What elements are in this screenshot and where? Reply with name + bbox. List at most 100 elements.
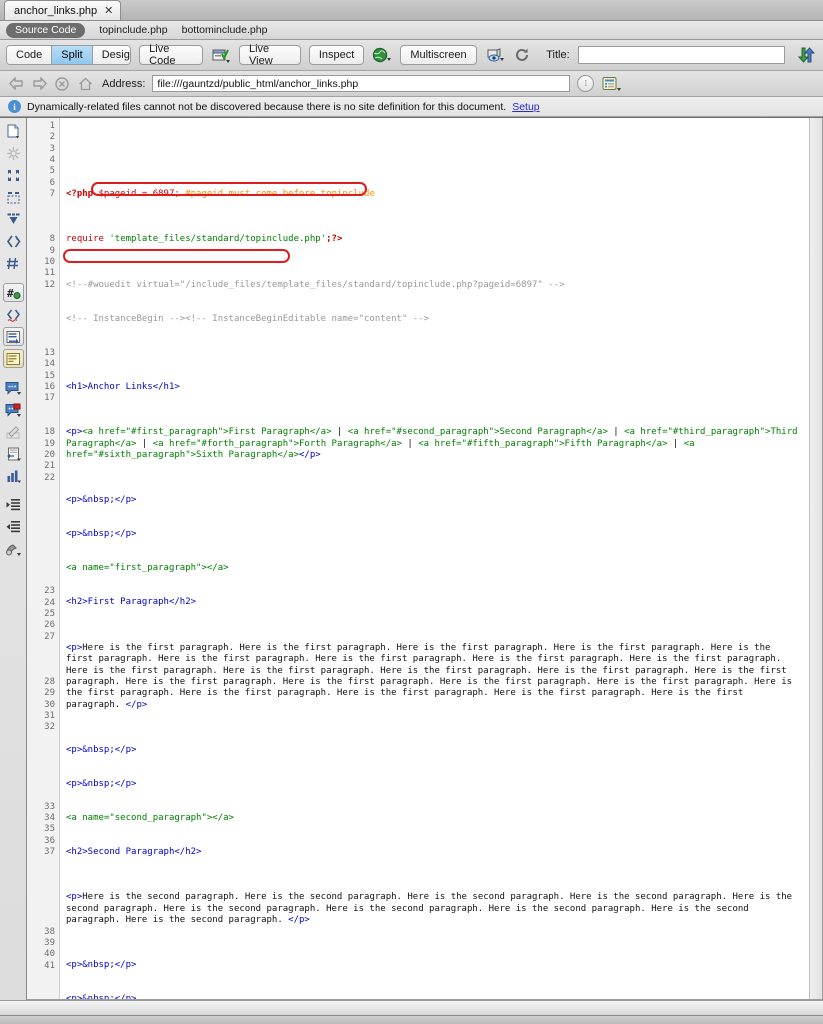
line-number: 28 bbox=[44, 676, 55, 687]
forward-arrow-icon[interactable] bbox=[31, 76, 47, 92]
line-number: 5 bbox=[49, 166, 55, 177]
related-file-topinclude[interactable]: topinclude.php bbox=[99, 23, 167, 37]
browser-preview-icon[interactable] bbox=[372, 45, 392, 65]
code-line-17: <p>Here is the second paragraph. Here is… bbox=[66, 892, 801, 926]
line-number: 16 bbox=[44, 381, 55, 392]
open-documents-icon[interactable] bbox=[3, 122, 24, 141]
indent-code-icon[interactable] bbox=[3, 495, 24, 514]
separator: | bbox=[607, 427, 625, 438]
remove-comment-icon[interactable] bbox=[2, 349, 24, 368]
code-line-12: <p>Here is the first paragraph. Here is … bbox=[66, 643, 801, 711]
select-parent-tag-icon[interactable] bbox=[3, 210, 24, 229]
line-number: 41 bbox=[44, 960, 55, 971]
line-number: 2 bbox=[49, 132, 55, 143]
line-number: 37 bbox=[44, 847, 55, 858]
refresh-icon[interactable] bbox=[513, 45, 533, 65]
related-file-bottominclude[interactable]: bottominclude.php bbox=[182, 23, 268, 37]
line-number: 8 bbox=[49, 234, 55, 245]
code-line-3: <!--#wouedit virtual="/include_files/tem… bbox=[66, 279, 565, 290]
line-number: 7 bbox=[49, 189, 55, 200]
view-mode-code[interactable]: Code bbox=[7, 46, 53, 64]
line-number: 14 bbox=[44, 359, 55, 370]
file-browser-icon[interactable] bbox=[601, 76, 621, 92]
outdent-code-icon[interactable] bbox=[3, 517, 24, 536]
document-tab-anchor-links[interactable]: anchor_links.php ✕ bbox=[4, 0, 122, 20]
line-number: 18 bbox=[44, 427, 55, 438]
edit-tag-icon[interactable] bbox=[3, 422, 24, 441]
separator: | bbox=[136, 438, 153, 449]
address-input[interactable]: file:///gauntzd/public_html/anchor_links… bbox=[152, 75, 571, 92]
repeating-entries-icon[interactable] bbox=[3, 254, 24, 273]
line-number: 26 bbox=[44, 620, 55, 631]
insert-code-hint-icon[interactable] bbox=[3, 466, 24, 485]
line-number: 10 bbox=[44, 257, 55, 268]
code-line-1: <?php $pageid = 6897; #pageid must come … bbox=[66, 189, 801, 200]
collapse-selection-icon[interactable] bbox=[3, 166, 24, 185]
title-label: Title: bbox=[546, 49, 570, 61]
inspect-button[interactable]: Inspect bbox=[308, 45, 365, 65]
highlight-invalid-code-icon[interactable] bbox=[3, 305, 24, 324]
live-view-button[interactable]: Live View bbox=[239, 43, 301, 67]
line-numbers-icon[interactable]: # bbox=[2, 283, 24, 302]
document-tab-label: anchor_links.php bbox=[14, 4, 98, 17]
code-line-13: <p>&nbsp;</p> bbox=[66, 744, 137, 755]
multiscreen-button[interactable]: Multiscreen bbox=[400, 45, 477, 65]
visual-aids-icon[interactable] bbox=[485, 45, 505, 65]
line-number: 39 bbox=[44, 937, 55, 948]
title-input[interactable] bbox=[577, 46, 786, 64]
code-line-10: <a name="first_paragraph"></a> bbox=[66, 563, 229, 574]
home-icon[interactable] bbox=[77, 76, 93, 92]
setup-link[interactable]: Setup bbox=[512, 101, 539, 113]
line-number: 17 bbox=[44, 393, 55, 404]
inspect-servers-icon[interactable] bbox=[211, 45, 231, 65]
p-close-tag: </p> bbox=[125, 699, 148, 710]
expand-all-icon[interactable] bbox=[3, 188, 24, 207]
apply-comment-icon[interactable] bbox=[2, 327, 24, 346]
view-mode-design[interactable]: Design bbox=[92, 46, 131, 64]
live-code-button[interactable]: Live Code bbox=[139, 43, 204, 67]
code-line-7: <p><a href="#first_paragraph">First Para… bbox=[66, 427, 801, 461]
code-line-6: <h1>Anchor Links</h1> bbox=[66, 381, 180, 392]
format-source-code-icon[interactable] bbox=[3, 539, 24, 558]
code-view[interactable]: 1 2 3 4 5 6 7 8 9 10 11 12 13 14 15 16 1… bbox=[27, 118, 823, 1000]
wrap-tag-icon[interactable] bbox=[3, 378, 24, 397]
code-line-8: <p>&nbsp;</p> bbox=[66, 495, 137, 506]
close-icon[interactable]: ✕ bbox=[104, 5, 113, 16]
line-number: 36 bbox=[44, 835, 55, 846]
php-close-tag: ?> bbox=[331, 234, 343, 245]
balance-braces-icon[interactable] bbox=[3, 232, 24, 251]
php-require-keyword: require bbox=[66, 234, 104, 245]
related-file-source-code[interactable]: Source Code bbox=[6, 22, 86, 38]
code-line-9: <p>&nbsp;</p> bbox=[66, 529, 137, 540]
line-number: 13 bbox=[44, 347, 55, 358]
line-number: 1 bbox=[49, 121, 55, 131]
line-number: 27 bbox=[44, 631, 55, 642]
line-number: 35 bbox=[44, 824, 55, 835]
line-number: 34 bbox=[44, 813, 55, 824]
window-bottom-edge bbox=[0, 1015, 823, 1024]
notice-text: Dynamically-related files cannot not be … bbox=[27, 100, 507, 113]
address-stepper[interactable]: ⁞ bbox=[577, 75, 595, 92]
php-comment: #pageid must come before topinclude bbox=[179, 189, 375, 200]
paragraph-text-second: Here is the second paragraph. Here is th… bbox=[66, 892, 798, 926]
back-arrow-icon[interactable] bbox=[8, 76, 24, 92]
stop-icon[interactable] bbox=[54, 76, 70, 92]
view-mode-split[interactable]: Split bbox=[52, 46, 93, 64]
recent-snippets-icon[interactable] bbox=[3, 400, 24, 419]
code-vertical-scrollbar[interactable] bbox=[809, 118, 822, 999]
related-files-notice: i Dynamically-related files cannot not b… bbox=[0, 97, 823, 117]
code-line-16: <h2>Second Paragraph</h2> bbox=[66, 847, 202, 857]
file-management-icon[interactable] bbox=[797, 45, 817, 65]
status-bar bbox=[0, 1000, 823, 1015]
collapse-full-tag-icon[interactable] bbox=[3, 144, 24, 163]
p-close-tag: </p> bbox=[288, 915, 310, 926]
move-css-rules-icon[interactable] bbox=[3, 444, 24, 463]
line-number: 32 bbox=[44, 722, 55, 733]
related-files-bar: Source Code topinclude.php bottominclude… bbox=[0, 21, 823, 40]
view-mode-switcher: Code Split Design bbox=[6, 45, 132, 65]
line-number: 40 bbox=[44, 949, 55, 960]
line-number: 3 bbox=[49, 143, 55, 154]
editor-area: # 1 2 3 4 5 6 7 8 9 10 11 12 13 14 15 16… bbox=[0, 117, 823, 1000]
code-line-11: <h2>First Paragraph</h2> bbox=[66, 597, 197, 608]
code-text[interactable]: <?php $pageid = 6897; #pageid must come … bbox=[60, 118, 809, 999]
